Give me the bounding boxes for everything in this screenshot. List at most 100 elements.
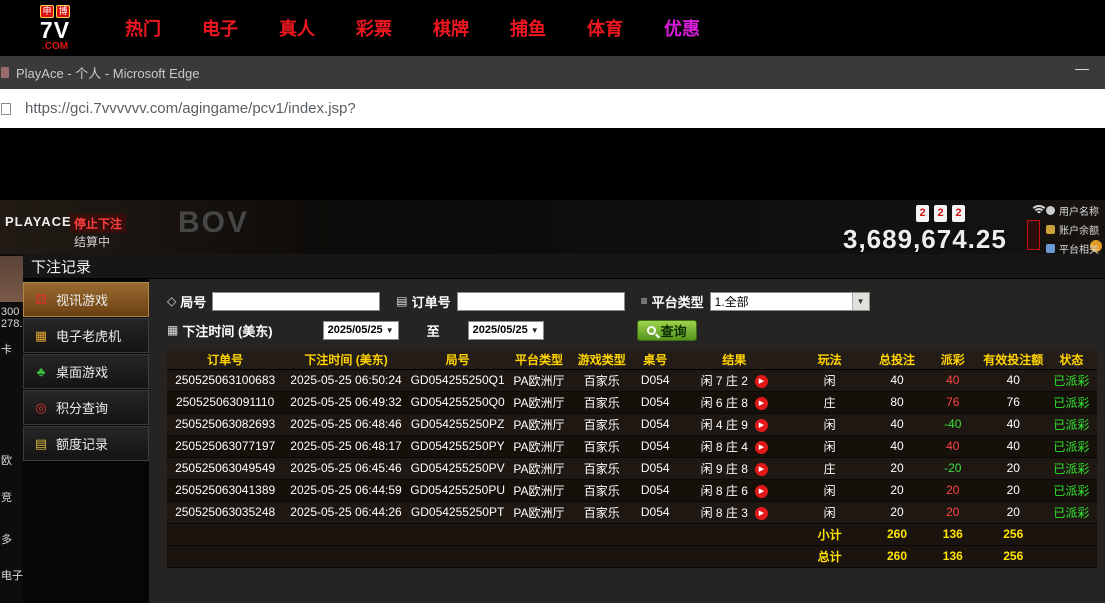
subtotal-label: 小计 [790,523,869,545]
play-icon[interactable]: ▶ [755,507,768,520]
subtotal-valid-bet: 256 [981,523,1046,545]
nav-item-promo[interactable]: 优惠 [664,15,700,41]
cell-result: 闲 8 庄 4 ▶ [678,435,790,457]
query-button[interactable]: 查询 [637,320,697,341]
cell-order: 250525063049549 [167,457,283,479]
cell-platform: PA欧洲厅 [506,457,571,479]
cell-round: GD054255250PV [409,457,507,479]
date-to-select[interactable]: 2025/05/25 ▼ [468,321,544,340]
sidebar-item-label: 桌面游戏 [56,362,108,381]
cell-total-bet: 20 [869,501,925,523]
cell-round: GD054255250Q0 [409,391,507,413]
edge-fragment: 300 [1,306,19,318]
platform-type-select[interactable]: 1.全部 ▼ [710,292,870,311]
cell-valid-bet: 20 [981,457,1046,479]
black-band [0,128,1105,200]
account-balance-label: 账户余额 [1059,222,1099,237]
play-icon[interactable]: ▶ [755,397,768,410]
logo-text: 7V [40,18,70,42]
cell-valid-bet: 20 [981,501,1046,523]
nav-item-slots[interactable]: 电子 [202,15,238,41]
chevron-down-icon[interactable]: ▼ [852,293,869,310]
cell-table-no: D054 [632,391,679,413]
site-top-nav: 申 博 7V .COM 热门 电子 真人 彩票 棋牌 捕鱼 体育 优惠 [0,0,1105,56]
play-icon[interactable]: ▶ [755,463,768,476]
panel-header: 下注记录 [23,254,1105,279]
col-play: 玩法 [790,351,869,369]
order-number-input[interactable] [457,292,625,311]
subtotal-total-bet: 260 [869,523,925,545]
address-bar: https://gci.7vvvvvv.com/agingame/pcv1/in… [0,89,1105,128]
nav-item-lottery[interactable]: 彩票 [356,15,392,41]
table-row: 250525063035248 2025-05-25 06:44:26 GD05… [167,501,1097,523]
panel-main: 下注记录 ⚄ 视讯游戏 ▦ 电子老虎机 ♣ 桌面游戏 [23,254,1105,603]
cell-result: 闲 9 庄 8▶ [678,457,790,479]
round-number-input[interactable] [212,292,380,311]
play-icon[interactable]: ▶ [755,441,768,454]
cell-play: 庄 [790,391,869,413]
chip-icon: ◎ [33,400,49,416]
nav-item-hot[interactable]: 热门 [125,15,161,41]
cell-valid-bet: 20 [981,479,1046,501]
sidebar-item-label: 电子老虎机 [56,326,121,345]
sidebar-item-slot-machines[interactable]: ▦ 电子老虎机 [23,318,149,353]
platform-row[interactable]: 平台相关 [1046,241,1099,254]
cell-order: 250525063091110 [167,391,283,413]
stop-betting-label: 停止下注 [70,214,126,233]
sidebar-item-quota-records[interactable]: ▤ 额度记录 [23,426,149,461]
limit-box [1027,220,1040,250]
wallet-icon [1046,225,1055,234]
page-icon [1,103,11,115]
window-favicon-icon [1,67,9,78]
sidebar-item-points-query[interactable]: ◎ 积分查询 [23,390,149,425]
result-text: 闲 8 庄 6 [701,484,748,498]
round-number-label: ◇ 局号 [167,292,206,311]
grand-total-label: 总计 [790,545,869,567]
col-platform: 平台类型 [506,351,571,369]
cell-play: 闲 [790,413,869,435]
result-text: 闲 8 庄 4 [701,440,748,454]
col-result: 结果 [678,351,790,369]
cell-total-bet: 20 [869,457,925,479]
url-text[interactable]: https://gci.7vvvvvv.com/agingame/pcv1/in… [25,100,356,117]
minimize-icon[interactable]: — [1075,60,1089,76]
result-text: 闲 7 庄 2 [701,374,748,388]
account-menu: 用户名称 账户余额 平台相关 [1046,203,1099,254]
cell-play: 庄 [790,457,869,479]
cell-time: 2025-05-25 06:45:46 [283,457,409,479]
date-from-value: 2025/05/25 [328,324,383,336]
sidebar-item-table-games[interactable]: ♣ 桌面游戏 [23,354,149,389]
cell-result: 闲 4 庄 9▶ [678,413,790,435]
balance-row[interactable]: 账户余额 [1046,222,1099,237]
play-icon[interactable]: ▶ [755,485,768,498]
filter-row-1: ◇ 局号 ▤ 订单号 ≡ 平台类型 [167,289,1105,313]
balance-amount: 3,689,674.25 [843,224,1007,254]
sidebar-item-label: 额度记录 [56,434,108,453]
date-to-value: 2025/05/25 [473,324,528,336]
table-row: 250525063077197 2025-05-25 06:48:17 GD05… [167,435,1097,457]
platform-label-text: 平台类型 [652,292,704,311]
col-table-no: 桌号 [632,351,679,369]
cell-table-no: D054 [632,369,679,391]
platform-info-icon [1046,244,1055,253]
site-logo[interactable]: 申 博 7V .COM [20,5,90,51]
panel-body: ⚄ 视讯游戏 ▦ 电子老虎机 ♣ 桌面游戏 ◎ 积分查询 [23,279,1105,603]
date-from-select[interactable]: 2025/05/25 ▼ [323,321,399,340]
col-game-type: 游戏类型 [572,351,632,369]
nav-item-sports[interactable]: 体育 [587,15,623,41]
nav-item-board-games[interactable]: 棋牌 [433,15,469,41]
cell-round: GD054255250PZ [409,413,507,435]
grand-total-status [1046,545,1097,567]
sidebar-item-live-games[interactable]: ⚄ 视讯游戏 [23,282,149,317]
cell-platform: PA欧洲厅 [506,413,571,435]
cell-status: 已派彩 [1046,413,1097,435]
nav-item-live[interactable]: 真人 [279,15,315,41]
card: 2 [916,205,929,222]
play-icon[interactable]: ▶ [755,419,768,432]
search-icon [647,326,656,335]
table-row: 250525063049549 2025-05-25 06:45:46 GD05… [167,457,1097,479]
nav-item-fishing[interactable]: 捕鱼 [510,15,546,41]
username-row[interactable]: 用户名称 [1046,203,1099,218]
col-status: 状态 [1046,351,1097,369]
play-icon[interactable]: ▶ [755,375,768,388]
